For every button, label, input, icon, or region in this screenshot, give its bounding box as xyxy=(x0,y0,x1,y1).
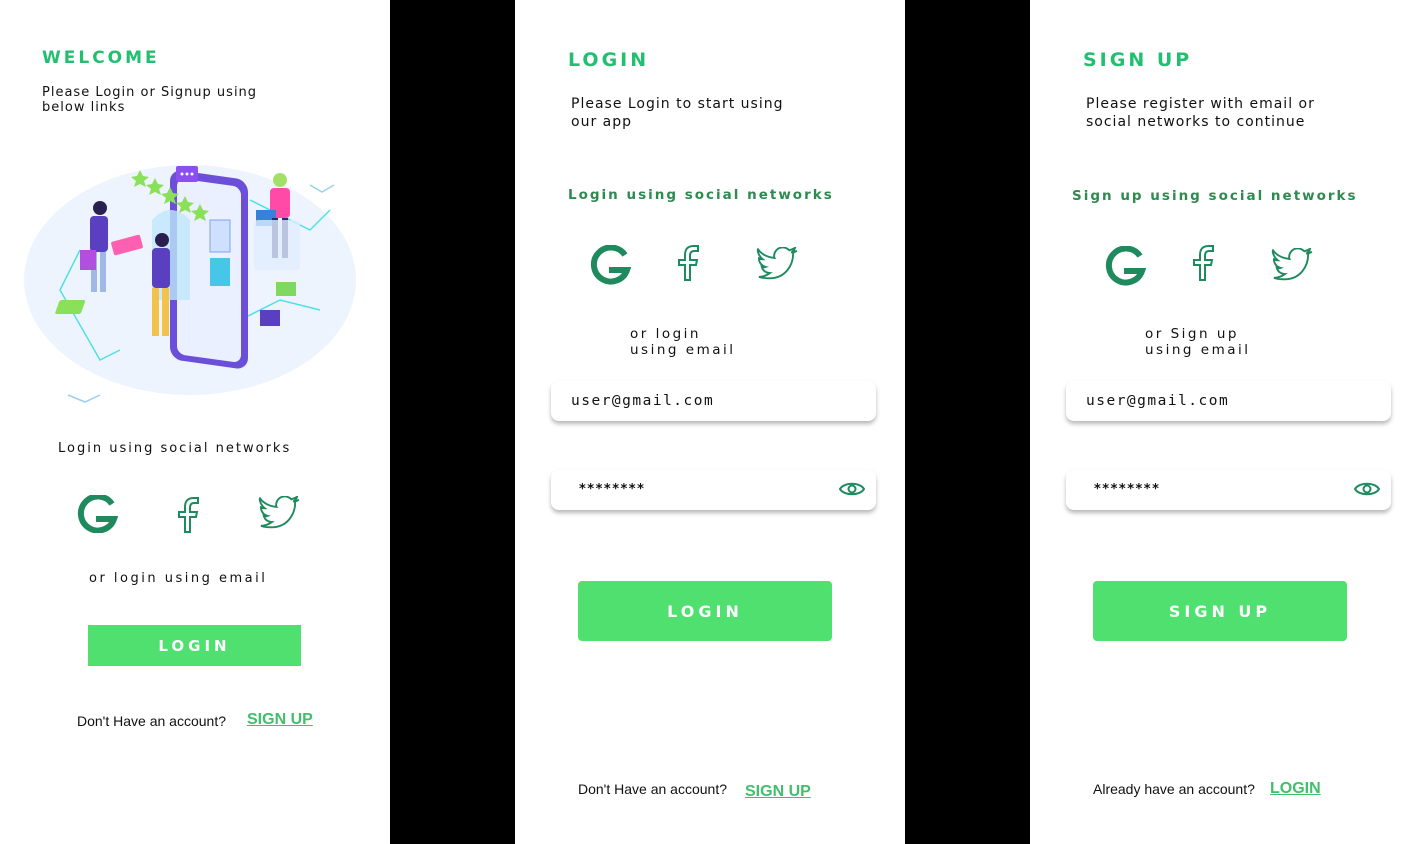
google-icon[interactable] xyxy=(1100,246,1146,286)
login-screen: LOGIN Please Login to start using our ap… xyxy=(515,0,905,844)
login-button[interactable]: LOGIN xyxy=(578,581,832,641)
onboarding-illustration xyxy=(24,165,356,403)
password-value: ******** xyxy=(579,482,646,497)
social-login-label: Login using social networks xyxy=(568,187,834,203)
email-input[interactable] xyxy=(571,381,831,421)
twitter-icon[interactable] xyxy=(755,247,801,281)
no-account-text: Don't Have an account? xyxy=(77,713,226,729)
social-login-label: Login using social networks xyxy=(58,441,292,456)
page-subtitle: Please register with email or social net… xyxy=(1086,96,1315,130)
email-field[interactable] xyxy=(1066,381,1391,421)
have-account-text: Already have an account? xyxy=(1093,781,1255,797)
password-value: ******** xyxy=(1094,482,1161,497)
signup-link[interactable]: SIGN UP xyxy=(247,711,313,729)
login-button[interactable]: LOGIN xyxy=(88,625,301,666)
eye-icon[interactable] xyxy=(838,478,866,504)
signup-link[interactable]: SIGN UP xyxy=(745,783,811,801)
login-link[interactable]: LOGIN xyxy=(1270,780,1321,798)
page-title: WELCOME xyxy=(42,48,160,68)
page-title: SIGN UP xyxy=(1083,49,1193,71)
password-field[interactable]: ******** xyxy=(551,470,876,510)
page-subtitle: Please Login to start using our app xyxy=(571,96,784,130)
facebook-icon[interactable] xyxy=(676,244,704,282)
google-icon[interactable] xyxy=(585,245,631,285)
page-subtitle: Please Login or Signup using below links xyxy=(42,85,258,115)
email-input[interactable] xyxy=(1086,381,1346,421)
facebook-icon[interactable] xyxy=(1191,244,1219,282)
eye-icon[interactable] xyxy=(1353,478,1381,504)
or-signup-email-text: or Sign up using email xyxy=(1145,326,1251,358)
email-field[interactable] xyxy=(551,381,876,421)
password-field[interactable]: ******** xyxy=(1066,470,1391,510)
twitter-icon[interactable] xyxy=(258,496,302,530)
page-title: LOGIN xyxy=(568,49,650,71)
or-login-email-text: or login using email xyxy=(630,326,736,358)
facebook-icon[interactable] xyxy=(176,496,204,534)
social-signup-label: Sign up using social networks xyxy=(1072,188,1358,204)
or-login-email-text: or login using email xyxy=(89,571,268,586)
no-account-text: Don't Have an account? xyxy=(578,781,727,797)
signup-button[interactable]: SIGN UP xyxy=(1093,581,1347,641)
signup-screen: SIGN UP Please register with email or so… xyxy=(1030,0,1420,844)
google-icon[interactable] xyxy=(72,495,118,533)
twitter-icon[interactable] xyxy=(1270,248,1316,282)
welcome-screen: WELCOME Please Login or Signup using bel… xyxy=(0,0,390,844)
